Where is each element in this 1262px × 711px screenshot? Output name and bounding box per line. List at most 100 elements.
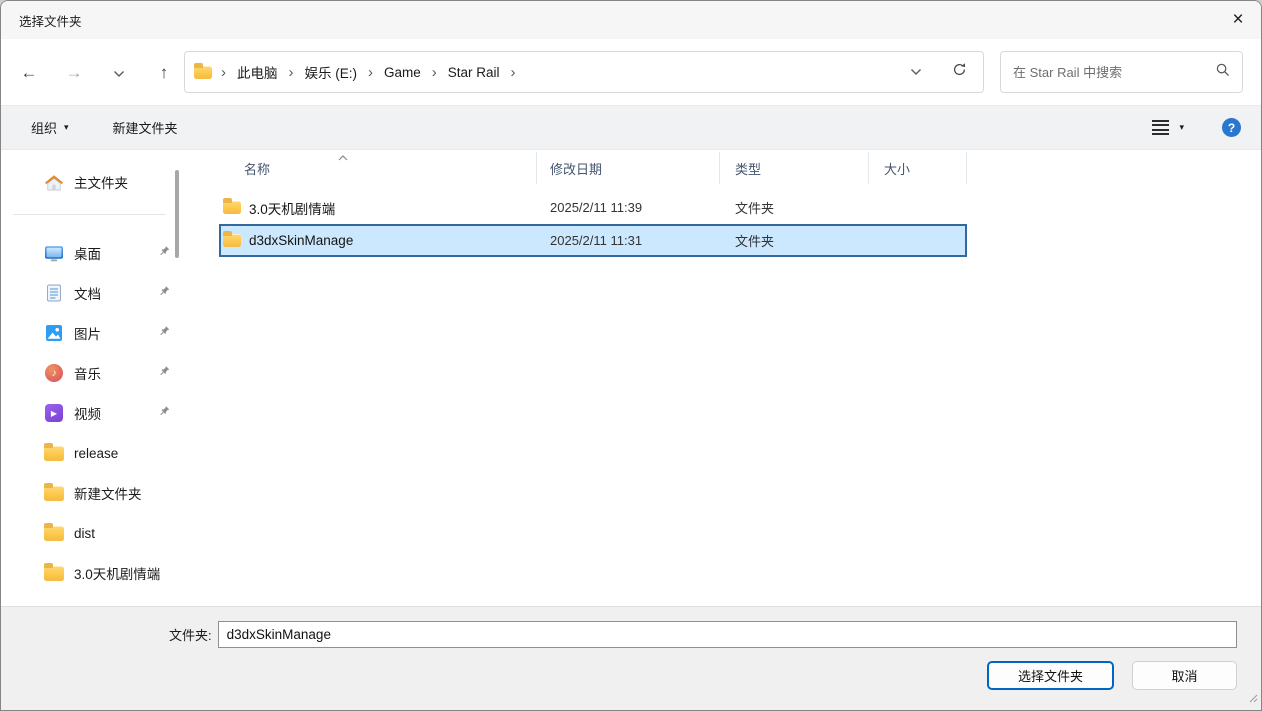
column-header-date-modified[interactable]: 修改日期 — [537, 152, 720, 184]
dialog-title: 选择文件夹 — [19, 11, 82, 30]
breadcrumb-item-game[interactable]: Game — [382, 63, 423, 82]
main-area: 主文件夹 桌面 — [1, 150, 1261, 606]
navigation-bar: ← → ↑ › 此电脑 › 娱乐 (E:) › Game › Star Rail… — [1, 39, 1261, 105]
folder-icon — [223, 201, 241, 214]
breadcrumb-separator: › — [502, 65, 525, 80]
organize-button[interactable]: 组织 ▾ — [31, 118, 69, 137]
up-icon[interactable]: ↑ — [154, 64, 174, 81]
file-type: 文件夹 — [720, 198, 869, 217]
dialog-footer: 文件夹: 选择文件夹 取消 — [1, 606, 1261, 710]
folder-icon — [43, 486, 65, 501]
chevron-down-icon: ▾ — [64, 122, 69, 133]
nav-buttons: ← → ↑ — [19, 64, 174, 81]
folder-name-row: 文件夹: — [169, 621, 1237, 648]
folder-icon — [223, 234, 241, 247]
pin-icon — [158, 406, 170, 421]
view-mode-icon[interactable] — [1152, 120, 1169, 136]
table-row[interactable]: 3.0天机剧情端 2025/2/11 11:39 文件夹 — [219, 191, 967, 224]
file-date-modified: 2025/2/11 11:39 — [537, 200, 720, 215]
address-dropdown-icon[interactable] — [910, 63, 922, 81]
sidebar-item-label: 图片 — [74, 323, 101, 343]
folder-name-label: 文件夹: — [169, 625, 212, 644]
column-header-name[interactable]: 名称 — [219, 152, 537, 184]
music-icon: ♪ — [43, 364, 65, 382]
refresh-icon[interactable] — [952, 62, 967, 82]
pictures-icon — [43, 324, 65, 342]
sidebar-item-tianji[interactable]: 3.0天机剧情端 — [1, 553, 178, 593]
folder-icon — [43, 566, 65, 581]
sidebar-item-music[interactable]: ♪ 音乐 — [1, 353, 178, 393]
breadcrumb-separator: › — [280, 65, 303, 80]
home-icon — [43, 174, 65, 191]
file-name: d3dxSkinManage — [249, 233, 353, 248]
select-folder-button[interactable]: 选择文件夹 — [987, 661, 1114, 690]
breadcrumb-separator: › — [359, 65, 382, 80]
videos-icon: ▶ — [43, 404, 65, 422]
sidebar-item-label: 桌面 — [74, 243, 101, 263]
breadcrumb-item-star-rail[interactable]: Star Rail — [446, 63, 502, 82]
sidebar-item-desktop[interactable]: 桌面 — [1, 233, 178, 273]
folder-name-input[interactable] — [218, 621, 1237, 648]
sidebar-item-label: 视频 — [74, 403, 101, 423]
sidebar-item-label: 主文件夹 — [74, 172, 128, 192]
sidebar-item-label: release — [74, 446, 118, 461]
forward-icon[interactable]: → — [64, 64, 84, 81]
documents-icon — [43, 284, 65, 302]
sidebar-item-label: 新建文件夹 — [74, 483, 142, 503]
breadcrumb-item-this-pc[interactable]: 此电脑 — [235, 60, 280, 84]
navigation-sidebar: 主文件夹 桌面 — [1, 150, 178, 606]
close-icon: × — [1232, 9, 1243, 31]
pin-icon — [158, 246, 170, 261]
history-chevron-icon[interactable] — [109, 64, 129, 81]
file-type: 文件夹 — [720, 231, 869, 250]
sidebar-item-label: 音乐 — [74, 363, 101, 383]
sidebar-item-dist[interactable]: dist — [1, 513, 178, 553]
search-icon[interactable] — [1216, 63, 1230, 82]
new-folder-button[interactable]: 新建文件夹 — [113, 118, 178, 137]
address-bar[interactable]: › 此电脑 › 娱乐 (E:) › Game › Star Rail › — [184, 51, 984, 93]
file-date-modified: 2025/2/11 11:31 — [537, 233, 720, 248]
list-header: 名称 修改日期 类型 大小 — [219, 152, 1261, 184]
desktop-icon — [43, 245, 65, 262]
sidebar-item-videos[interactable]: ▶ 视频 — [1, 393, 178, 433]
breadcrumb-separator: › — [423, 65, 446, 80]
sidebar-item-label: 文档 — [74, 283, 101, 303]
back-icon[interactable]: ← — [19, 64, 39, 81]
column-header-type[interactable]: 类型 — [720, 152, 869, 184]
dialog-buttons: 选择文件夹 取消 — [169, 661, 1237, 690]
table-row-selected[interactable]: d3dxSkinManage 2025/2/11 11:31 文件夹 — [219, 224, 967, 257]
folder-icon — [43, 526, 65, 541]
column-header-size[interactable]: 大小 — [869, 152, 967, 184]
organize-label: 组织 — [31, 118, 57, 137]
file-rows: 3.0天机剧情端 2025/2/11 11:39 文件夹 d3dxSkinMan… — [219, 191, 1261, 257]
sidebar-item-new-folder[interactable]: 新建文件夹 — [1, 473, 178, 513]
title-bar[interactable]: 选择文件夹 × — [1, 1, 1261, 39]
sidebar-item-release[interactable]: release — [1, 433, 178, 473]
command-toolbar: 组织 ▾ 新建文件夹 ▾ ? — [1, 105, 1261, 150]
view-dropdown-icon[interactable]: ▾ — [1179, 122, 1184, 133]
sidebar-item-pictures[interactable]: 图片 — [1, 313, 178, 353]
search-input[interactable] — [1013, 65, 1216, 80]
breadcrumb-item-drive-e[interactable]: 娱乐 (E:) — [303, 60, 360, 84]
folder-icon — [43, 446, 65, 461]
cancel-button[interactable]: 取消 — [1132, 661, 1237, 690]
pin-icon — [158, 286, 170, 301]
file-list-area: 名称 修改日期 类型 大小 3.0天机剧情端 202 — [178, 150, 1261, 606]
folder-icon — [194, 66, 212, 79]
sidebar-item-label: dist — [74, 526, 95, 541]
pin-icon — [158, 326, 170, 341]
close-button[interactable]: × — [1215, 1, 1261, 39]
search-box[interactable] — [1000, 51, 1243, 93]
sidebar-item-home[interactable]: 主文件夹 — [1, 162, 178, 202]
file-name: 3.0天机剧情端 — [249, 198, 335, 218]
breadcrumb-separator: › — [212, 65, 235, 80]
new-folder-label: 新建文件夹 — [113, 118, 178, 137]
help-button[interactable]: ? — [1222, 118, 1241, 137]
address-bar-controls — [910, 62, 973, 82]
sidebar-item-label: 3.0天机剧情端 — [74, 563, 160, 583]
sidebar-item-documents[interactable]: 文档 — [1, 273, 178, 313]
resize-grip[interactable] — [1247, 690, 1258, 708]
toolbar-right-group: ▾ ? — [1152, 118, 1241, 137]
pin-icon — [158, 366, 170, 381]
sidebar-divider — [13, 214, 166, 215]
